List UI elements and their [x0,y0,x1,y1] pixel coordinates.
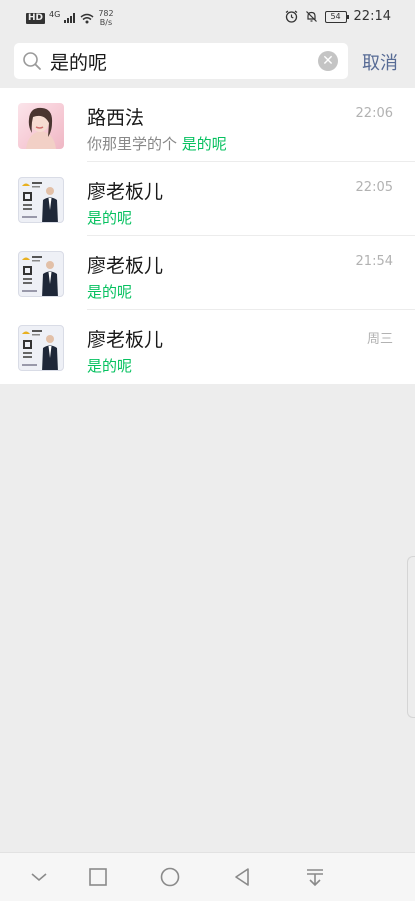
contact-name: 廖老板儿 [87,181,164,203]
message-prefix: 你那里学的个 [87,135,182,153]
status-bar: HD 4G 782 B/s 54 22:14 [0,0,415,34]
battery-icon: 54 [324,10,349,23]
keyword-highlight: 是的呢 [87,209,133,227]
keyword-highlight: 是的呢 [87,357,133,375]
side-edge-handle[interactable] [407,556,415,718]
keyword-highlight: 是的呢 [181,135,227,153]
list-item[interactable]: 廖老板儿 周三 是的呢 [0,310,415,384]
network-speed-value: 782 [98,9,114,18]
back-triangle-icon[interactable] [218,853,266,901]
recents-square-icon[interactable] [74,853,122,901]
message-time: 22:05 [355,180,393,195]
system-nav-bar [0,852,415,901]
message-preview: 是的呢 [87,355,132,376]
hd-icon: HD [26,12,46,24]
avatar [18,251,64,297]
business-card-image [22,330,58,370]
message-time: 21:54 [355,254,393,269]
notification-pulldown-icon[interactable] [291,853,339,901]
search-results-list: 路西法 22:06 你那里学的个 是的呢 廖老板儿 22:05 是的呢 廖老板儿… [0,88,415,384]
message-preview: 你那里学的个 是的呢 [87,133,227,154]
search-box[interactable]: ✕ [14,43,348,79]
business-card-image [22,182,58,222]
signal-icon [64,13,76,23]
clear-search-icon[interactable]: ✕ [318,51,338,71]
home-circle-icon[interactable] [146,853,194,901]
clock: 22:14 [353,9,391,24]
alarm-icon [285,10,297,23]
list-item[interactable]: 路西法 22:06 你那里学的个 是的呢 [0,88,415,162]
contact-name: 廖老板儿 [87,329,164,351]
status-left: HD 4G 782 B/s [26,9,114,27]
status-right: 54 22:14 [285,9,391,24]
message-preview: 是的呢 [87,207,132,228]
wifi-icon [80,13,94,23]
avatar [18,325,64,371]
chevron-down-icon[interactable] [15,853,63,901]
avatar [18,103,64,149]
portrait-image [26,107,56,149]
list-item[interactable]: 廖老板儿 22:05 是的呢 [0,162,415,236]
search-input[interactable] [50,43,320,79]
business-card-image [22,256,58,296]
list-item[interactable]: 廖老板儿 21:54 是的呢 [0,236,415,310]
avatar [18,177,64,223]
cancel-button[interactable]: 取消 [362,49,398,75]
network-speed: 782 B/s [98,9,113,27]
contact-name: 路西法 [87,107,145,129]
network-type-label: 4G [49,10,61,19]
message-time: 22:06 [355,106,393,121]
search-bar: ✕ 取消 [0,34,415,88]
network-speed-unit: B/s [99,18,113,27]
message-preview: 是的呢 [87,281,132,302]
message-time: 周三 [366,332,393,347]
search-icon [23,52,41,70]
contact-name: 廖老板儿 [87,255,164,277]
keyword-highlight: 是的呢 [87,283,133,301]
mute-bell-icon [305,11,317,22]
